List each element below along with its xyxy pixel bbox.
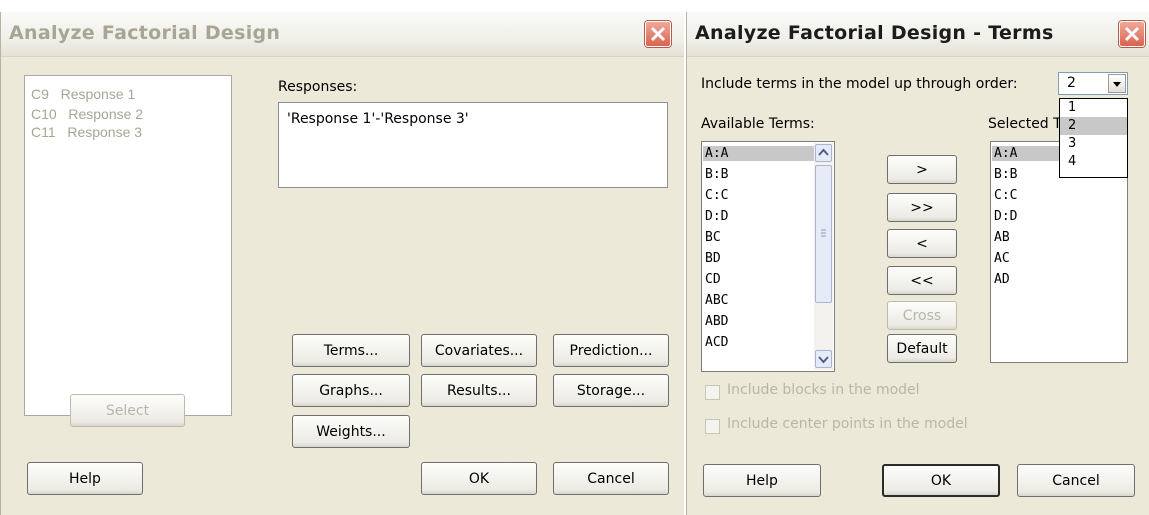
column-list[interactable]: C9 Response 1 C10 Response 2 C11 Respons… [24, 75, 232, 416]
term-item[interactable]: C:C [994, 188, 1017, 203]
graphs-button[interactable]: Graphs... [292, 374, 410, 407]
order-option-selected[interactable]: 2 [1060, 117, 1127, 135]
scrollbar[interactable] [814, 143, 833, 370]
close-icon [650, 26, 666, 42]
include-center-points-checkbox[interactable] [705, 419, 720, 434]
term-item[interactable]: BC [705, 230, 721, 245]
order-option[interactable]: 1 [1060, 99, 1127, 117]
term-item[interactable]: B:B [994, 167, 1017, 182]
term-item[interactable]: AC [994, 251, 1010, 266]
terms-dialog: Analyze Factorial Design - Terms Include… [686, 12, 1149, 515]
include-blocks-checkbox[interactable] [705, 385, 720, 400]
cross-button[interactable]: Cross [887, 301, 957, 330]
term-item[interactable]: CD [705, 272, 721, 287]
chevron-down-icon[interactable] [1108, 74, 1126, 93]
cancel-button[interactable]: Cancel [553, 462, 669, 495]
order-dropdown-list[interactable]: 1 2 3 4 [1059, 98, 1128, 178]
close-button[interactable] [645, 21, 671, 47]
column-item[interactable]: C11 Response 3 [31, 122, 143, 142]
analyze-factorial-design-dialog: Analyze Factorial Design C9 Response 1 C… [0, 12, 684, 515]
responses-label: Responses: [278, 79, 358, 95]
term-item[interactable]: ABD [705, 314, 728, 329]
weights-button[interactable]: Weights... [292, 415, 410, 448]
help-button[interactable]: Help [27, 462, 143, 495]
scroll-up-icon[interactable] [815, 144, 832, 162]
order-option[interactable]: 3 [1060, 135, 1127, 153]
select-button[interactable]: Select [70, 394, 185, 427]
remove-term-button[interactable]: < [887, 229, 957, 258]
prediction-button[interactable]: Prediction... [553, 334, 669, 367]
order-value: 2 [1067, 75, 1076, 91]
term-item[interactable]: ABC [705, 293, 728, 308]
term-item[interactable]: C:C [705, 188, 728, 203]
order-label: Include terms in the model up through or… [701, 76, 1018, 92]
term-item[interactable]: A:A [703, 146, 814, 161]
remove-all-terms-button[interactable]: << [887, 266, 957, 295]
responses-field[interactable]: 'Response 1'-'Response 3' [278, 102, 668, 188]
column-item[interactable]: C10 Response 2 [31, 104, 143, 124]
available-terms-list[interactable]: A:A B:B C:C D:D BC BD CD ABC ABD ACD [701, 141, 835, 372]
default-button[interactable]: Default [887, 334, 957, 363]
terms-button[interactable]: Terms... [292, 334, 410, 367]
ok-button[interactable]: OK [421, 462, 537, 495]
term-item[interactable]: ACD [705, 335, 728, 350]
help-button[interactable]: Help [703, 464, 821, 497]
responses-value: 'Response 1'-'Response 3' [287, 111, 469, 127]
order-select[interactable]: 2 [1058, 72, 1128, 95]
scroll-thumb[interactable] [815, 165, 832, 303]
add-term-button[interactable]: > [887, 155, 957, 184]
dialog-title: Analyze Factorial Design [9, 22, 281, 44]
term-item[interactable]: D:D [705, 209, 728, 224]
order-option[interactable]: 4 [1060, 153, 1127, 171]
covariates-button[interactable]: Covariates... [421, 334, 537, 367]
term-item[interactable]: AB [994, 230, 1010, 245]
add-all-terms-button[interactable]: >> [887, 193, 957, 222]
scroll-down-icon[interactable] [815, 350, 832, 368]
selected-terms-label: Selected T [988, 116, 1062, 132]
term-item[interactable]: B:B [705, 167, 728, 182]
cancel-button[interactable]: Cancel [1017, 464, 1135, 497]
available-terms-label: Available Terms: [701, 116, 815, 132]
storage-button[interactable]: Storage... [553, 374, 669, 407]
column-item[interactable]: C9 Response 1 [31, 84, 143, 104]
term-item[interactable]: BD [705, 251, 721, 266]
include-center-points-label: Include center points in the model [727, 416, 968, 432]
title-bar: Analyze Factorial Design - Terms [687, 12, 1149, 57]
dialog-title: Analyze Factorial Design - Terms [695, 22, 1054, 44]
results-button[interactable]: Results... [421, 374, 537, 407]
close-icon [1124, 26, 1140, 42]
include-blocks-label: Include blocks in the model [727, 382, 920, 398]
title-bar: Analyze Factorial Design [1, 12, 684, 57]
close-button[interactable] [1119, 21, 1145, 47]
term-item[interactable]: AD [994, 272, 1010, 287]
ok-button[interactable]: OK [882, 464, 1000, 497]
term-item[interactable]: D:D [994, 209, 1017, 224]
